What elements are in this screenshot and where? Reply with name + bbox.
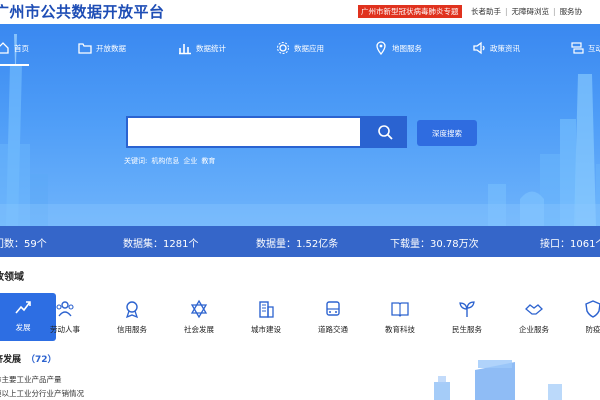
category-label: 企业服务 (519, 325, 549, 334)
nav-map-service[interactable]: 地图服务 (374, 36, 422, 60)
bar-chart-icon (179, 44, 191, 55)
folder-icon (78, 43, 92, 54)
data-illustration (434, 360, 562, 400)
accessibility-link[interactable]: 无障碍浏览 (512, 7, 550, 16)
header: 广州市公共数据开放平台 广州市新型冠状病毒肺炎专题 长者助手 | 无障碍浏览 | 服务协 (0, 0, 600, 24)
category-traffic[interactable]: 道路交通 (300, 295, 366, 339)
category-label: 教育科技 (385, 325, 415, 334)
economy-count: （72） (26, 355, 57, 365)
bus-icon (326, 301, 340, 316)
category-city-construction[interactable]: 城市建设 (233, 295, 299, 339)
divider: | (505, 7, 508, 16)
category-label: 社会发展 (184, 325, 214, 334)
nav-label: 开放数据 (96, 43, 126, 53)
elder-helper-link[interactable]: 长者助手 (471, 7, 501, 16)
stat-apis: 接口：1061个 (540, 239, 600, 250)
main-nav: 首页 开放数据 数据统计 数据应用 地图服务 政策资讯 互动 (0, 24, 600, 72)
search-icon (377, 125, 393, 140)
book-icon (391, 302, 409, 317)
shield-icon (585, 300, 600, 318)
category-labor[interactable]: 劳动人事 (32, 295, 98, 339)
category-livelihood[interactable]: 民生服务 (434, 295, 500, 339)
stat-datasets: 数据集：1281个 (123, 239, 199, 250)
search-input[interactable] (126, 116, 362, 148)
search-keywords: 关键词: 机构信息 企业 教育 (124, 156, 219, 166)
seedling-icon (459, 301, 475, 317)
category-education[interactable]: 教育科技 (367, 295, 433, 339)
interaction-icon (571, 42, 584, 54)
nav-statistics[interactable]: 数据统计 (178, 36, 226, 60)
economy-subsection-title: 济发展 （72） (0, 352, 57, 365)
keyword-link[interactable]: 教育 (201, 157, 215, 165)
gear-icon (277, 42, 289, 54)
nav-label: 互动 (588, 43, 600, 53)
category-enterprise[interactable]: 企业服务 (501, 295, 567, 339)
search-button[interactable] (362, 116, 407, 148)
category-label: 防疫 (585, 325, 600, 334)
nav-label: 地图服务 (392, 43, 422, 53)
category-label: 城市建设 (251, 325, 281, 334)
nav-open-data[interactable]: 开放数据 (78, 36, 126, 60)
service-agreement-link[interactable]: 服务协 (560, 7, 583, 16)
nav-label: 数据应用 (294, 43, 324, 53)
hero-banner: 首页 开放数据 数据统计 数据应用 地图服务 政策资讯 互动 深度搜索 关键词:… (0, 24, 600, 226)
top-links: 长者助手 | 无障碍浏览 | 服务协 (471, 5, 582, 18)
map-pin-icon (376, 41, 386, 55)
home-icon (0, 42, 9, 54)
nav-data-apps[interactable]: 数据应用 (276, 36, 324, 60)
nav-interaction[interactable]: 互动 (570, 36, 600, 60)
domains-section-title: 放领域 (0, 272, 24, 283)
category-society[interactable]: 社会发展 (166, 295, 232, 339)
keyword-link[interactable]: 机构信息 (151, 157, 179, 165)
category-label: 发展 (15, 323, 31, 332)
dataset-link[interactable]: 市主要工业产品产量 (0, 373, 84, 387)
nav-label: 首页 (14, 43, 29, 53)
category-label: 道路交通 (318, 325, 348, 334)
category-credit[interactable]: 信用服务 (99, 295, 165, 339)
category-label: 民生服务 (452, 325, 482, 334)
keywords-label: 关键词: (124, 157, 148, 165)
economy-icon (15, 301, 31, 314)
covid-notice-link[interactable]: 广州市新型冠状病毒肺炎专题 (358, 5, 462, 18)
category-epidemic[interactable]: 防疫 (560, 295, 600, 339)
speaker-icon (473, 41, 485, 55)
deep-search-button[interactable]: 深度搜索 (417, 120, 477, 146)
stat-departments: 门数：59个 (0, 239, 47, 250)
economy-title: 济发展 (0, 355, 22, 365)
domain-categories: 发展 劳动人事 信用服务 社会发展 城市建设 道路交通 教育科技 民生服务 企业… (0, 290, 600, 344)
keyword-link[interactable]: 企业 (183, 157, 197, 165)
nav-policy-news[interactable]: 政策资讯 (472, 36, 520, 60)
divider: | (553, 7, 556, 16)
stat-data-volume: 数据量：1.52亿条 (256, 239, 339, 250)
nav-home[interactable]: 首页 (0, 36, 29, 66)
stat-downloads: 下载量：30.78万次 (390, 239, 479, 250)
star-of-david-icon (190, 299, 208, 319)
dataset-link[interactable]: 模以上工业分行业产销情况 (0, 387, 84, 400)
medal-icon (125, 301, 139, 319)
category-label: 劳动人事 (50, 325, 80, 334)
stats-bar: 门数：59个 数据集：1281个 数据量：1.52亿条 下载量：30.78万次 … (0, 226, 600, 257)
site-title[interactable]: 广州市公共数据开放平台 (0, 1, 165, 22)
nav-label: 政策资讯 (490, 43, 520, 53)
building-icon (259, 301, 274, 318)
category-label: 信用服务 (117, 325, 147, 334)
people-icon (56, 301, 74, 317)
page: 广州市公共数据开放平台 广州市新型冠状病毒肺炎专题 长者助手 | 无障碍浏览 | 服务协 (0, 0, 600, 400)
nav-label: 数据统计 (196, 43, 226, 53)
handshake-icon (525, 304, 543, 315)
economy-dataset-list: 市主要工业产品产量 模以上工业分行业产销情况 (0, 373, 84, 400)
